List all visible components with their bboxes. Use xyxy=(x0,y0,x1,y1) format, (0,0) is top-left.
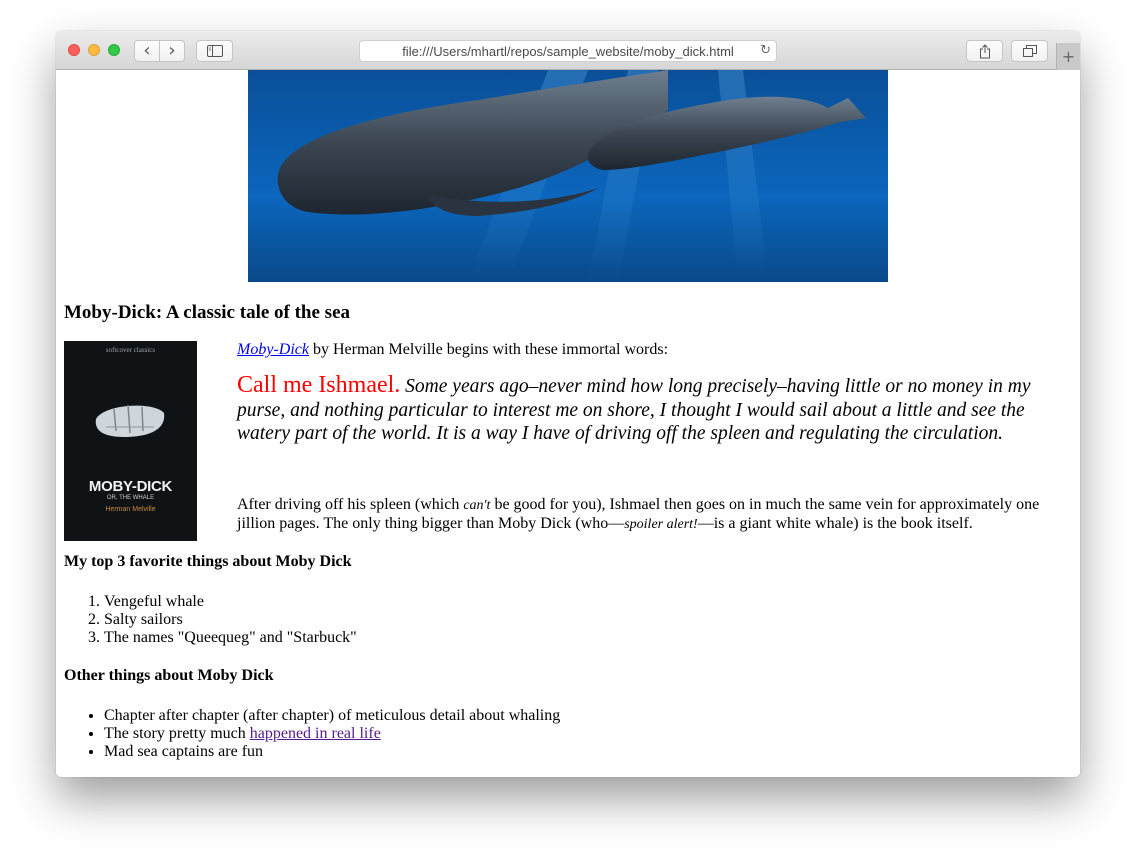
sidebar-icon xyxy=(206,45,223,57)
intro-text: by Herman Melville begins with these imm… xyxy=(308,341,669,358)
list-item: Mad sea captains are fun xyxy=(104,743,560,761)
cover-title: MOBY-DICK xyxy=(88,478,173,495)
list-item: The story pretty much happened in real l… xyxy=(104,725,560,743)
intro-paragraph: Moby-Dick by Herman Melville begins with… xyxy=(237,341,1057,359)
page-title: Moby-Dick: A classic tale of the sea xyxy=(64,302,351,323)
close-window-button[interactable] xyxy=(68,44,80,56)
list-item: Salty sailors xyxy=(104,611,357,629)
favorites-list: Vengeful whale Salty sailors The names "… xyxy=(104,593,357,647)
summary-emphasis-1: can't xyxy=(463,498,491,513)
cover-author: Herman Melville xyxy=(105,506,156,513)
forward-button[interactable]: › xyxy=(160,41,184,61)
list-item: Chapter after chapter (after chapter) of… xyxy=(104,707,560,725)
summary-text-3: —is a giant white whale) is the book its… xyxy=(697,515,973,532)
cover-subtitle: OR, THE WHALE xyxy=(106,495,155,501)
book-cover-image: softcover classics MOBY-DICK OR, THE WHA… xyxy=(64,341,197,541)
sidebar-button[interactable] xyxy=(196,40,233,62)
browser-window: ‹ › file:///Users/mhartl/repos/sample_we… xyxy=(56,31,1080,777)
toolbar: ‹ › file:///Users/mhartl/repos/sample_we… xyxy=(56,31,1080,70)
tabs-overview-icon xyxy=(1022,45,1037,57)
chevron-right-icon: › xyxy=(168,40,176,61)
plus-icon: + xyxy=(1061,47,1076,66)
opening-quote: Call me Ishmael. Some years ago–never mi… xyxy=(237,372,1037,446)
chevron-left-icon: ‹ xyxy=(143,40,151,61)
moby-dick-link[interactable]: Moby-Dick xyxy=(237,341,309,358)
summary-text-1: After driving off his spleen (which xyxy=(237,496,464,513)
address-bar[interactable]: file:///Users/mhartl/repos/sample_websit… xyxy=(359,40,777,62)
cover-series-text: softcover classics xyxy=(105,346,156,354)
cover-ship-illustration xyxy=(95,404,165,437)
list-item-text: The story pretty much xyxy=(104,725,250,742)
back-button[interactable]: ‹ xyxy=(135,41,159,61)
list-item: The names "Queequeg" and "Starbuck" xyxy=(104,629,357,647)
reload-icon[interactable]: ↻ xyxy=(760,43,771,58)
real-life-link[interactable]: happened in real life xyxy=(250,725,381,742)
share-icon xyxy=(979,43,990,58)
summary-emphasis-2: spoiler alert! xyxy=(624,517,698,532)
page-content: Moby-Dick: A classic tale of the sea sof… xyxy=(56,70,1080,777)
hero-whale-image xyxy=(248,70,888,282)
new-tab-button[interactable]: + xyxy=(1056,43,1080,70)
share-button[interactable] xyxy=(966,40,1003,62)
nav-button-group: ‹ › xyxy=(134,40,185,62)
list-item: Vengeful whale xyxy=(104,593,357,611)
fullscreen-window-button[interactable] xyxy=(108,44,120,56)
quote-lead: Call me Ishmael. xyxy=(237,372,401,398)
favorites-heading: My top 3 favorite things about Moby Dick xyxy=(64,553,352,570)
minimize-window-button[interactable] xyxy=(88,44,100,56)
other-things-heading: Other things about Moby Dick xyxy=(64,667,274,684)
other-things-list: Chapter after chapter (after chapter) of… xyxy=(104,707,560,761)
summary-paragraph: After driving off his spleen (which can'… xyxy=(237,496,1049,534)
url-text: file:///Users/mhartl/repos/sample_websit… xyxy=(402,43,734,59)
whale-photo xyxy=(248,70,888,282)
tabs-overview-button[interactable] xyxy=(1011,40,1048,62)
